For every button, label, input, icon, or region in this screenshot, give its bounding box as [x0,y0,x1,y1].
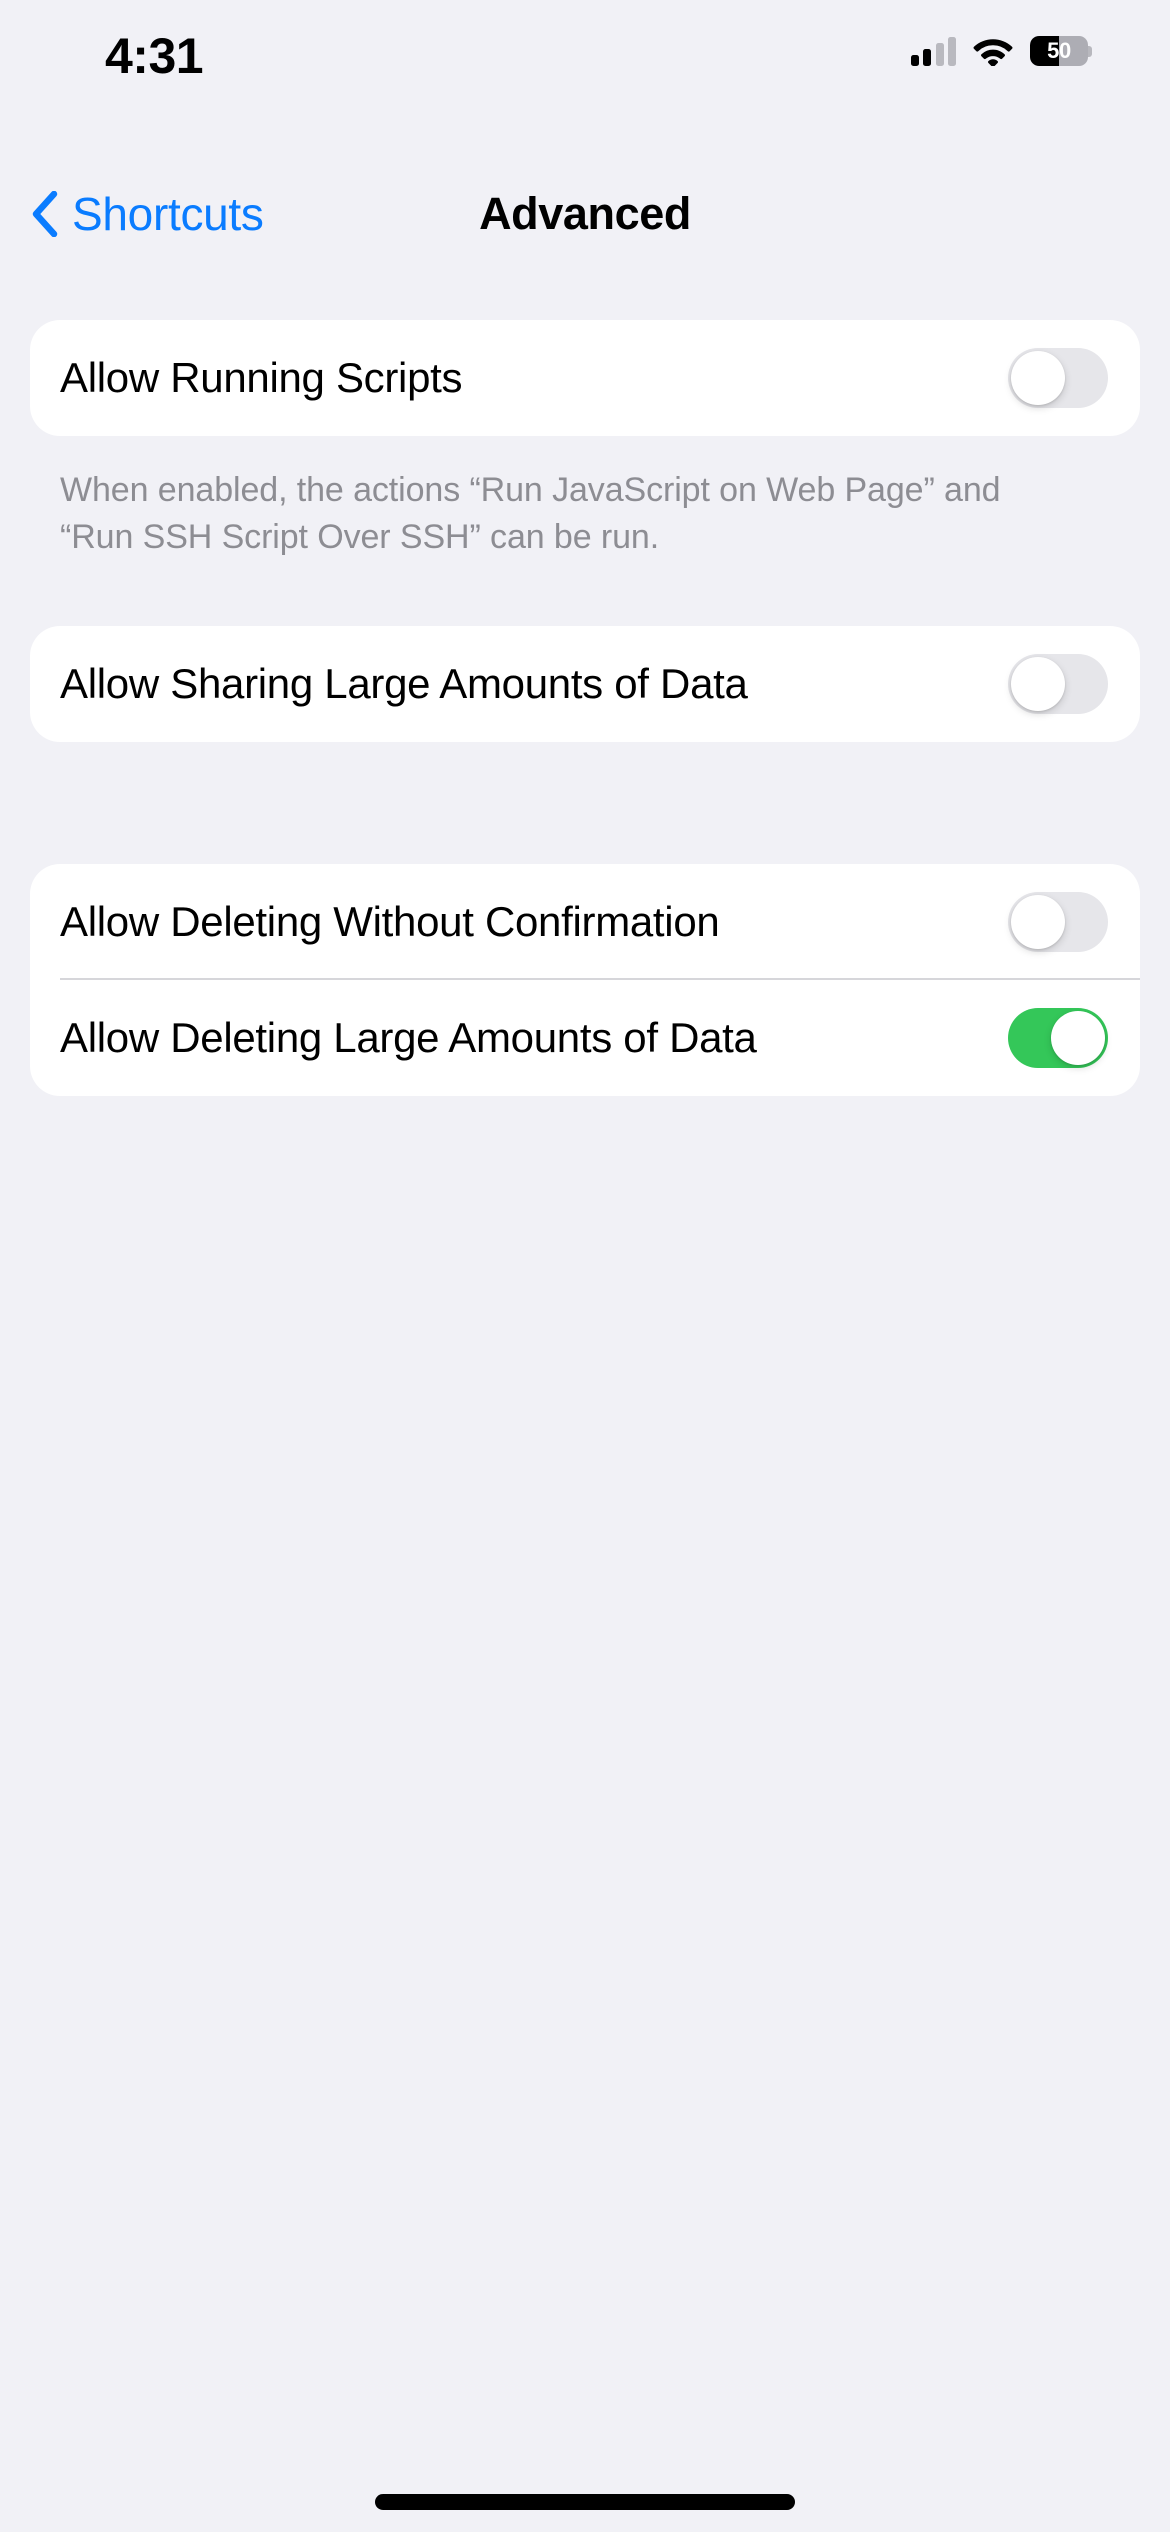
toggle-knob [1011,895,1065,949]
settings-group-deleting: Allow Deleting Without Confirmation Allo… [30,864,1140,1096]
toggle-allow-deleting-without-confirmation[interactable] [1008,892,1108,952]
status-bar-time: 4:31 [105,28,204,84]
wifi-icon [973,36,1013,66]
battery-percent-label: 50 [1047,38,1071,63]
phone-screen: 4:31 50 Advanced Shortcuts Allow Running… [0,0,1170,2532]
home-indicator[interactable] [375,2494,795,2510]
row-label: Allow Sharing Large Amounts of Data [60,660,748,707]
battery-icon: 50 [1030,36,1092,66]
row-label: Allow Deleting Large Amounts of Data [60,1014,757,1061]
row-allow-running-scripts[interactable]: Allow Running Scripts [30,320,1140,436]
back-button[interactable]: Shortcuts [30,168,264,260]
row-allow-sharing-large-data[interactable]: Allow Sharing Large Amounts of Data [30,626,1140,742]
toggle-allow-running-scripts[interactable] [1008,348,1108,408]
row-label: Allow Running Scripts [60,354,463,401]
navigation-bar: Advanced Shortcuts [0,168,1170,260]
settings-group-sharing: Allow Sharing Large Amounts of Data [30,626,1140,742]
footer-allow-running-scripts: When enabled, the actions “Run JavaScrip… [60,471,1001,556]
toggle-knob [1051,1011,1105,1065]
status-bar-indicators: 50 [910,36,1092,66]
row-allow-deleting-without-confirmation[interactable]: Allow Deleting Without Confirmation [30,864,1140,980]
chevron-left-icon [30,191,58,237]
row-allow-deleting-large-data[interactable]: Allow Deleting Large Amounts of Data [30,980,1140,1096]
cellular-bars-icon [910,36,956,66]
toggle-knob [1011,351,1065,405]
toggle-knob [1011,657,1065,711]
toggle-allow-sharing-large-data[interactable] [1008,654,1108,714]
settings-group-scripts: Allow Running Scripts [30,320,1140,436]
status-bar: 4:31 50 [0,0,1170,110]
back-button-label: Shortcuts [72,188,264,240]
toggle-allow-deleting-large-data[interactable] [1008,1008,1108,1068]
row-label: Allow Deleting Without Confirmation [60,898,720,945]
